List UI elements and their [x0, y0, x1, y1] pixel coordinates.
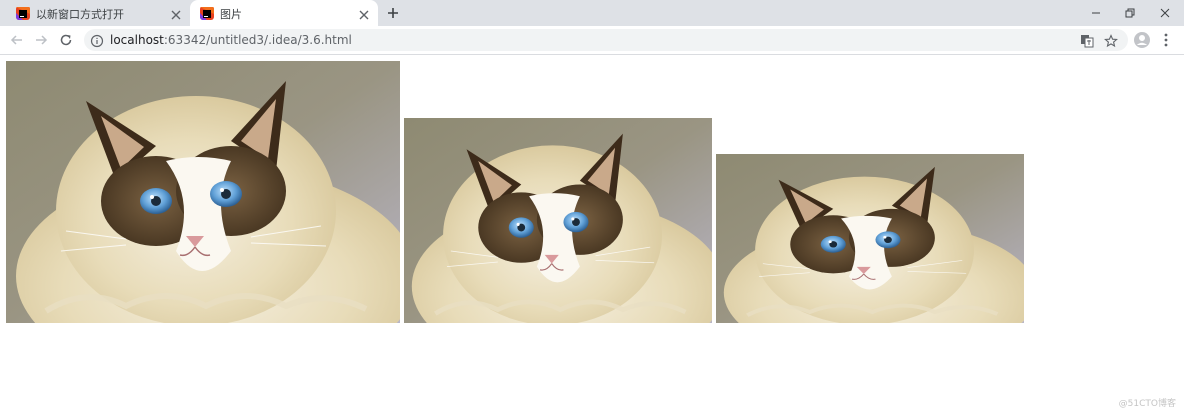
forward-icon[interactable] [33, 32, 49, 48]
tab-title: 图片 [220, 8, 242, 21]
info-icon[interactable] [90, 33, 104, 48]
intellij-icon [16, 6, 30, 20]
tab-title: 以新窗口方式打开 [36, 8, 124, 21]
address-bar[interactable]: localhost:63342/untitled3/.idea/3.6.html [84, 29, 1128, 51]
tab-close-icon[interactable] [358, 6, 370, 20]
bookmark-star-icon[interactable] [1104, 33, 1118, 48]
url-text[interactable]: localhost:63342/untitled3/.idea/3.6.html [110, 33, 352, 47]
translate-icon[interactable] [1080, 33, 1094, 48]
minimize-icon[interactable] [1087, 4, 1105, 22]
reload-icon[interactable] [58, 32, 74, 48]
cat-image-large [6, 61, 400, 323]
restore-icon[interactable] [1121, 4, 1139, 22]
back-icon[interactable] [9, 32, 25, 48]
browser-toolbar: localhost:63342/untitled3/.idea/3.6.html [0, 26, 1184, 55]
new-tab-icon[interactable] [385, 5, 401, 21]
profile-avatar-icon[interactable] [1133, 31, 1151, 49]
cat-image-small [716, 154, 1024, 323]
window-close-icon[interactable] [1156, 4, 1174, 22]
cat-image-medium [404, 118, 712, 323]
tab-images[interactable]: 图片 [190, 0, 378, 26]
watermark: @51CTO博客 [1118, 399, 1176, 409]
tab-strip: 以新窗口方式打开 图片 [0, 0, 1184, 26]
url-host: localhost [110, 33, 164, 47]
tab-open-in-new-window[interactable]: 以新窗口方式打开 [6, 0, 190, 26]
url-path: :63342/untitled3/.idea/3.6.html [163, 33, 352, 47]
kebab-menu-icon[interactable] [1160, 32, 1172, 48]
intellij-icon [200, 6, 214, 20]
tab-close-icon[interactable] [170, 6, 182, 20]
page-content: @51CTO博客 [0, 55, 1184, 413]
